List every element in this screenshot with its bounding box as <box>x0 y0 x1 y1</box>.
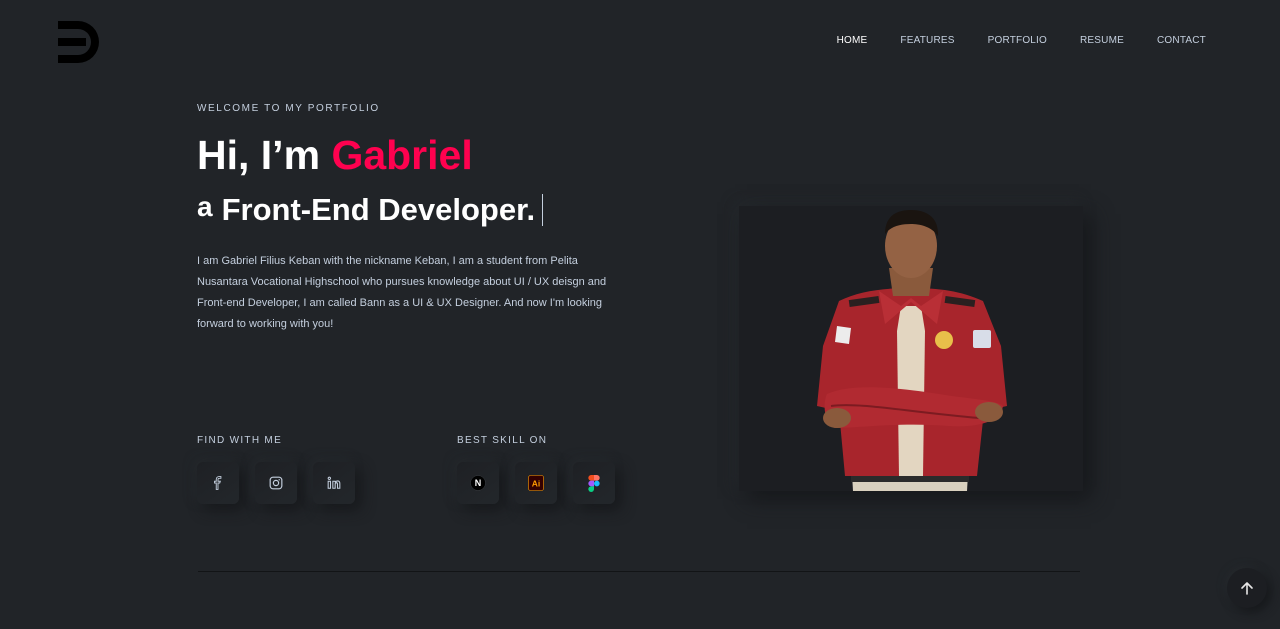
typing-cursor <box>542 194 544 226</box>
nav-home[interactable]: HOME <box>837 35 868 46</box>
main-nav: HOME FEATURES PORTFOLIO RESUME CONTACT <box>804 35 1206 46</box>
figma-icon <box>588 474 600 492</box>
instagram-link[interactable] <box>255 462 297 504</box>
section-divider <box>198 571 1080 572</box>
arrow-up-icon <box>1241 582 1253 595</box>
illustrator-skill[interactable]: Ai <box>515 462 557 504</box>
nav-contact[interactable]: CONTACT <box>1157 35 1206 46</box>
facebook-link[interactable] <box>197 462 239 504</box>
best-skill-label: BEST SKILL ON <box>457 435 548 446</box>
profile-photo <box>739 206 1083 491</box>
illustrator-letters: Ai <box>532 478 541 488</box>
hero-name: Gabriel <box>331 132 473 178</box>
nextjs-skill[interactable]: N <box>457 462 499 504</box>
d-logo-icon <box>58 21 99 63</box>
figma-skill[interactable] <box>573 462 615 504</box>
nextjs-icon: N <box>470 475 486 491</box>
nextjs-letter: N <box>475 478 482 488</box>
facebook-icon <box>214 476 222 490</box>
greeting-text: Hi, I’m <box>197 132 321 178</box>
instagram-icon <box>269 476 283 490</box>
linkedin-icon <box>327 476 341 489</box>
nav-resume[interactable]: RESUME <box>1080 35 1124 46</box>
welcome-text: WELCOME TO MY PORTFOLIO <box>197 103 380 114</box>
skill-icons: N Ai <box>457 462 615 504</box>
hero-description: I am Gabriel Filius Keban with the nickn… <box>197 255 607 330</box>
social-links <box>197 462 355 504</box>
hero-greeting: Hi, I’m Gabriel <box>197 132 473 179</box>
scroll-to-top-button[interactable] <box>1227 568 1267 608</box>
nav-portfolio[interactable]: PORTFOLIO <box>988 35 1047 46</box>
linkedin-link[interactable] <box>313 462 355 504</box>
role-text: Front-End Developer. <box>221 192 536 227</box>
find-with-me-label: FIND WITH ME <box>197 435 283 446</box>
role-prefix: a <box>197 191 213 222</box>
hero-role: a Front-End Developer. <box>197 191 544 228</box>
illustrator-icon: Ai <box>528 475 544 491</box>
nav-features[interactable]: FEATURES <box>900 35 954 46</box>
site-logo[interactable] <box>56 18 104 66</box>
student-portrait <box>739 206 1083 491</box>
